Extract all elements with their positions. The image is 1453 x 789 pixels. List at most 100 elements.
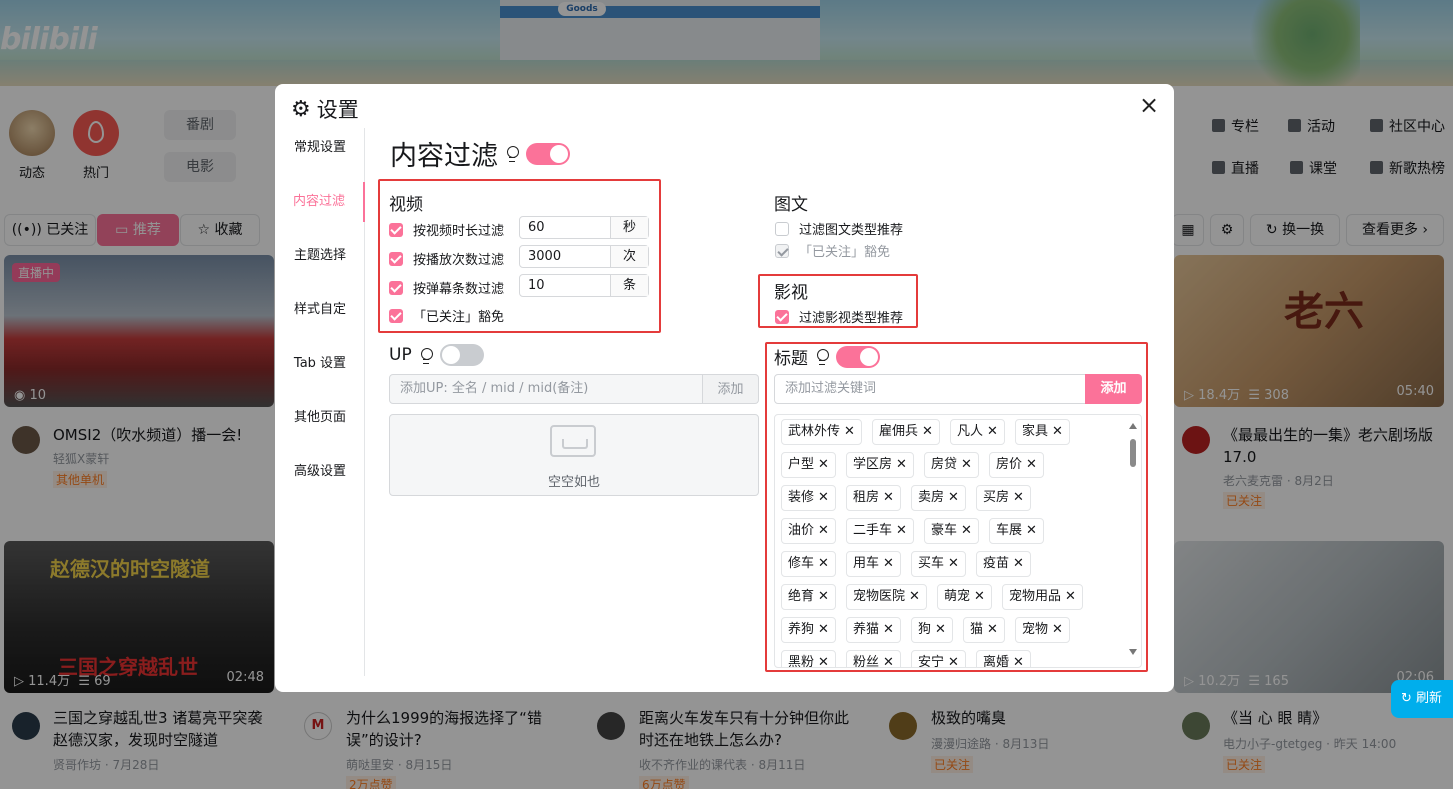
keyword-chip-label: 买房 [983,490,1010,505]
remove-chip-icon[interactable]: ✕ [1013,490,1024,505]
remove-chip-icon[interactable]: ✕ [1026,523,1037,538]
duration-input[interactable]: 60 秒 [519,216,649,239]
remove-chip-icon[interactable]: ✕ [896,523,907,538]
refresh-float-button[interactable]: ↻ 刷新 [1391,680,1453,718]
up-heading: UP [389,344,484,366]
content-filter-toggle[interactable] [526,142,570,165]
remove-chip-icon[interactable]: ✕ [896,457,907,472]
sidebar-item-tab[interactable]: Tab 设置 [275,344,365,384]
video-exempt-checkbox[interactable] [389,308,403,323]
remove-chip-icon[interactable]: ✕ [818,490,829,505]
scroll-down-arrow-icon[interactable] [1129,649,1137,655]
remove-chip-icon[interactable]: ✕ [818,622,829,637]
sidebar-item-theme[interactable]: 主题选择 [275,236,365,276]
image-text-heading: 图文 [774,195,808,215]
remove-chip-icon[interactable]: ✕ [948,655,959,667]
keyword-chip: 黑粉 ✕ [781,650,836,667]
sidebar-item-content-filter[interactable]: 内容过滤 [275,182,365,222]
image-text-exempt-label: 「已关注」豁免 [799,245,891,260]
remove-chip-icon[interactable]: ✕ [909,589,920,604]
play-count-filter-row[interactable]: 按播放次数过滤 [389,249,504,268]
remove-chip-icon[interactable]: ✕ [1052,622,1063,637]
up-input[interactable]: 添加UP: 全名 / mid / mid(备注) [389,374,703,404]
image-text-filter-checkbox[interactable] [775,221,789,236]
remove-chip-icon[interactable]: ✕ [844,424,855,439]
danmaku-input[interactable]: 10 条 [519,274,649,297]
keyword-input[interactable]: 添加过滤关键词 [774,374,1086,404]
keyword-chip: 家具 ✕ [1015,419,1070,445]
lightbulb-icon[interactable] [816,349,829,365]
sidebar-item-style[interactable]: 样式自定 [275,290,365,330]
play-count-filter-checkbox[interactable] [389,251,403,266]
up-heading-text: UP [389,345,412,365]
keyword-chip-label: 粉丝 [853,655,880,668]
remove-chip-icon[interactable]: ✕ [818,457,829,472]
title-filter-toggle[interactable] [836,345,880,368]
remove-chip-icon[interactable]: ✕ [961,523,972,538]
remove-chip-icon[interactable]: ✕ [922,424,933,439]
keyword-add-button[interactable]: 添加 [1085,374,1142,404]
sidebar-item-other-pages[interactable]: 其他页面 [275,398,365,438]
danmaku-filter-row[interactable]: 按弹幕条数过滤 [389,278,504,297]
sidebar-item-advanced[interactable]: 高级设置 [275,452,365,492]
keyword-chip: 卖房 ✕ [911,485,966,511]
remove-chip-icon[interactable]: ✕ [1065,589,1076,604]
film-filter-row[interactable]: 过滤影视类型推荐 [775,307,903,326]
keyword-chip-label: 租房 [853,490,880,505]
remove-chip-icon[interactable]: ✕ [818,556,829,571]
remove-chip-icon[interactable]: ✕ [935,622,946,637]
duration-value: 60 [528,220,545,235]
play-count-unit: 次 [610,246,648,267]
remove-chip-icon[interactable]: ✕ [1026,457,1037,472]
remove-chip-icon[interactable]: ✕ [961,457,972,472]
remove-chip-icon[interactable]: ✕ [987,622,998,637]
remove-chip-icon[interactable]: ✕ [818,655,829,667]
keyword-scrollbar[interactable] [1128,421,1138,657]
section-title: 内容过滤 [390,134,570,173]
remove-chip-icon[interactable]: ✕ [818,589,829,604]
lightbulb-icon[interactable] [420,347,433,364]
remove-chip-icon[interactable]: ✕ [1013,556,1024,571]
scroll-thumb[interactable] [1130,439,1136,467]
refresh-label: 刷新 [1416,691,1443,706]
keyword-chip: 车展 ✕ [989,518,1044,544]
danmaku-filter-checkbox[interactable] [389,280,403,295]
duration-filter-checkbox[interactable] [389,222,403,237]
keyword-chip: 宠物医院 ✕ [846,584,927,610]
video-exempt-row[interactable]: 「已关注」豁免 [389,306,504,325]
up-add-button[interactable]: 添加 [703,374,759,404]
remove-chip-icon[interactable]: ✕ [987,424,998,439]
remove-chip-icon[interactable]: ✕ [883,490,894,505]
remove-chip-icon[interactable]: ✕ [948,556,959,571]
keyword-chip-label: 养猫 [853,622,880,637]
duration-filter-row[interactable]: 按视频时长过滤 [389,220,504,239]
image-text-filter-row[interactable]: 过滤图文类型推荐 [775,219,903,238]
empty-text: 空空如也 [547,475,600,490]
keyword-chip: 修车 ✕ [781,551,836,577]
close-button[interactable]: × [1138,93,1160,117]
remove-chip-icon[interactable]: ✕ [974,589,985,604]
keyword-chip-label: 房贷 [931,457,958,472]
settings-sidebar: 常规设置 内容过滤 主题选择 样式自定 Tab 设置 其他页面 高级设置 [275,128,365,676]
play-count-input[interactable]: 3000 次 [519,245,649,268]
remove-chip-icon[interactable]: ✕ [1013,655,1024,667]
keyword-list: 武林外传 ✕ 雇佣兵 ✕ 凡人 ✕ 家具 ✕ 户型 ✕ 学区房 ✕ 房贷 ✕ 房价 ✕ 装修 ✕ 租房 ✕ 卖房 ✕ 买房 ✕… [774,414,1142,668]
remove-chip-icon[interactable]: ✕ [883,622,894,637]
keyword-chip-label: 安宁 [918,655,945,668]
remove-chip-icon[interactable]: ✕ [948,490,959,505]
film-filter-checkbox[interactable] [775,309,789,324]
scroll-up-arrow-icon[interactable] [1129,423,1137,429]
remove-chip-icon[interactable]: ✕ [883,655,894,667]
refresh-icon: ↻ [1401,691,1412,706]
keyword-chip: 房价 ✕ [989,452,1044,478]
keyword-chip: 租房 ✕ [846,485,901,511]
remove-chip-icon[interactable]: ✕ [818,523,829,538]
keyword-chip: 疫苗 ✕ [976,551,1031,577]
remove-chip-icon[interactable]: ✕ [1052,424,1063,439]
up-filter-toggle[interactable] [439,344,484,366]
lightbulb-icon[interactable] [506,146,519,162]
keyword-chip-label: 绝育 [788,589,815,604]
sidebar-item-general[interactable]: 常规设置 [275,128,365,168]
keyword-chip: 武林外传 ✕ [781,419,862,445]
remove-chip-icon[interactable]: ✕ [883,556,894,571]
